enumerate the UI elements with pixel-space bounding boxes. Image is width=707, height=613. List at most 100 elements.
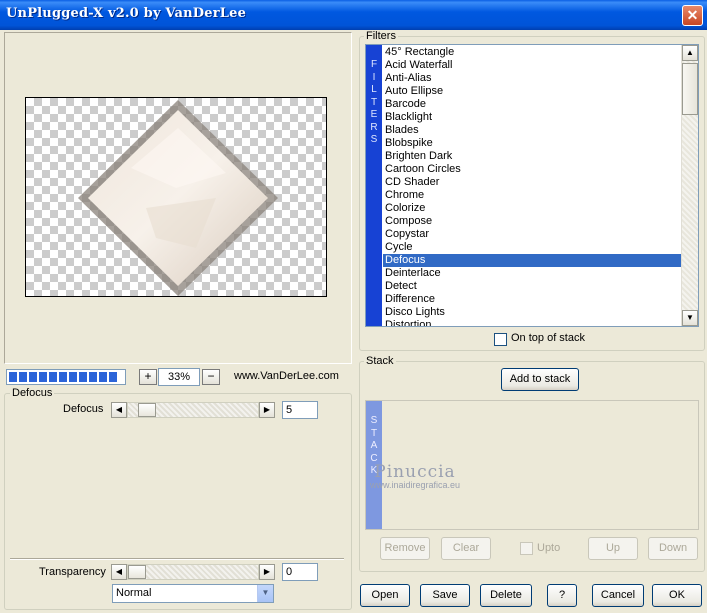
defocus-value-field[interactable]: 5 — [282, 401, 318, 419]
defocus-decrease-button[interactable]: ◀ — [111, 402, 127, 418]
blend-mode-value: Normal — [116, 587, 152, 599]
ok-button[interactable]: OK — [652, 584, 702, 607]
progress-segment — [9, 372, 17, 382]
filter-item[interactable]: Blacklight — [383, 111, 681, 124]
website-link[interactable]: www.VanDerLee.com — [234, 370, 339, 382]
filter-item[interactable]: Copystar — [383, 228, 681, 241]
filter-item[interactable]: Cartoon Circles — [383, 163, 681, 176]
filter-item[interactable]: Compose — [383, 215, 681, 228]
filter-list-scrollbar[interactable]: ▲ ▼ — [681, 45, 698, 326]
vertical-letter: R — [370, 121, 378, 133]
arrow-right-icon: ▶ — [263, 405, 271, 414]
title-bar: UnPlugged-X v2.0 by VanDerLee ✕ — [0, 0, 707, 30]
vertical-letter: K — [370, 465, 378, 476]
delete-button[interactable]: Delete — [480, 584, 532, 607]
progress-segment — [59, 372, 67, 382]
progress-segment — [49, 372, 57, 382]
filter-item[interactable]: Auto Ellipse — [383, 85, 681, 98]
vertical-letter: L — [371, 84, 377, 95]
upto-checkbox[interactable] — [520, 542, 533, 555]
stack-list[interactable]: STACK — [365, 400, 699, 530]
filter-item[interactable]: Distortion — [383, 319, 681, 326]
scroll-up-button[interactable]: ▲ — [682, 45, 698, 61]
defocus-param-label: Defocus — [63, 403, 104, 415]
vertical-letter: T — [370, 427, 378, 439]
defocus-slider[interactable] — [127, 402, 259, 418]
arrow-up-icon: ▲ — [686, 48, 694, 57]
filter-item[interactable]: Acid Waterfall — [383, 59, 681, 72]
vertical-letter: T — [370, 96, 378, 108]
vertical-letter: S — [370, 415, 378, 426]
filter-item[interactable]: Blades — [383, 124, 681, 137]
render-progress-bar — [6, 369, 126, 385]
down-button[interactable]: Down — [648, 537, 698, 560]
on-top-of-stack-checkbox[interactable] — [494, 333, 507, 346]
vertical-letter: A — [370, 440, 378, 451]
progress-segment — [39, 372, 47, 382]
filter-item[interactable]: 45° Rectangle — [383, 46, 681, 59]
clear-button[interactable]: Clear — [441, 537, 491, 560]
filter-items: 45° Rectangle Acid Waterfall Anti-Alias Aut… — [383, 46, 681, 326]
arrow-right-icon: ▶ — [263, 567, 271, 576]
blend-mode-select[interactable]: Normal ▼ — [112, 584, 274, 603]
defocus-increase-button[interactable]: ▶ — [259, 402, 275, 418]
filter-list[interactable]: FILTERS 45° Rectangle Acid Waterfall Anti-… — [365, 44, 699, 327]
scroll-down-button[interactable]: ▼ — [682, 310, 698, 326]
defocus-slider-thumb[interactable] — [138, 403, 156, 417]
scrollbar-thumb[interactable] — [682, 63, 698, 115]
progress-segment — [89, 372, 97, 382]
add-to-stack-button[interactable]: Add to stack — [501, 368, 579, 391]
remove-button[interactable]: Remove — [380, 537, 430, 560]
transparency-slider[interactable] — [127, 564, 259, 580]
open-button[interactable]: Open — [360, 584, 410, 607]
vertical-letter: I — [372, 71, 376, 83]
filter-item[interactable]: Colorize — [383, 202, 681, 215]
progress-segment — [29, 372, 37, 382]
close-button[interactable]: ✕ — [682, 5, 703, 26]
save-button[interactable]: Save — [420, 584, 470, 607]
filter-item[interactable]: CD Shader — [383, 176, 681, 189]
zoom-level: 33% — [158, 368, 200, 386]
progress-segment — [79, 372, 87, 382]
filter-item[interactable]: Barcode — [383, 98, 681, 111]
filter-item[interactable]: Cycle — [383, 241, 681, 254]
preview-image — [78, 100, 278, 296]
stack-vertical-label: STACK — [366, 401, 382, 529]
arrow-down-icon: ▼ — [686, 313, 694, 322]
defocus-group-title: Defocus — [10, 387, 55, 399]
transparency-value-field[interactable]: 0 — [282, 563, 318, 581]
filter-item[interactable]: Difference — [383, 293, 681, 306]
vertical-letter: E — [370, 109, 378, 120]
minus-icon: − — [207, 369, 215, 383]
up-button[interactable]: Up — [588, 537, 638, 560]
transparency-increase-button[interactable]: ▶ — [259, 564, 275, 580]
chevron-down-icon[interactable]: ▼ — [257, 585, 273, 602]
zoom-in-button[interactable]: + — [139, 369, 157, 385]
divider — [10, 558, 344, 560]
filter-item[interactable]: Brighten Dark — [383, 150, 681, 163]
filter-item[interactable]: Deinterlace — [383, 267, 681, 280]
plus-icon: + — [144, 369, 152, 383]
vertical-letter: F — [370, 59, 378, 70]
transparency-decrease-button[interactable]: ◀ — [111, 564, 127, 580]
progress-segment — [99, 372, 107, 382]
zoom-out-button[interactable]: − — [202, 369, 220, 385]
filter-item[interactable]: Detect — [383, 280, 681, 293]
filter-item[interactable]: Anti-Alias — [383, 72, 681, 85]
progress-segment — [109, 372, 117, 382]
vertical-letter: C — [370, 452, 378, 464]
on-top-of-stack-label: On top of stack — [511, 332, 585, 344]
transparency-slider-thumb[interactable] — [128, 565, 146, 579]
filter-item[interactable]: Defocus — [383, 254, 681, 267]
upto-label: Upto — [537, 542, 561, 554]
preview-canvas[interactable] — [25, 97, 327, 297]
vertical-letter: S — [370, 134, 378, 145]
filter-item[interactable]: Blobspike — [383, 137, 681, 150]
filter-item[interactable]: Disco Lights — [383, 306, 681, 319]
cancel-button[interactable]: Cancel — [592, 584, 644, 607]
arrow-left-icon: ◀ — [115, 405, 123, 414]
help-button[interactable]: ? — [547, 584, 577, 607]
filters-vertical-label: FILTERS — [366, 45, 382, 326]
arrow-left-icon: ◀ — [115, 567, 123, 576]
filter-item[interactable]: Chrome — [383, 189, 681, 202]
